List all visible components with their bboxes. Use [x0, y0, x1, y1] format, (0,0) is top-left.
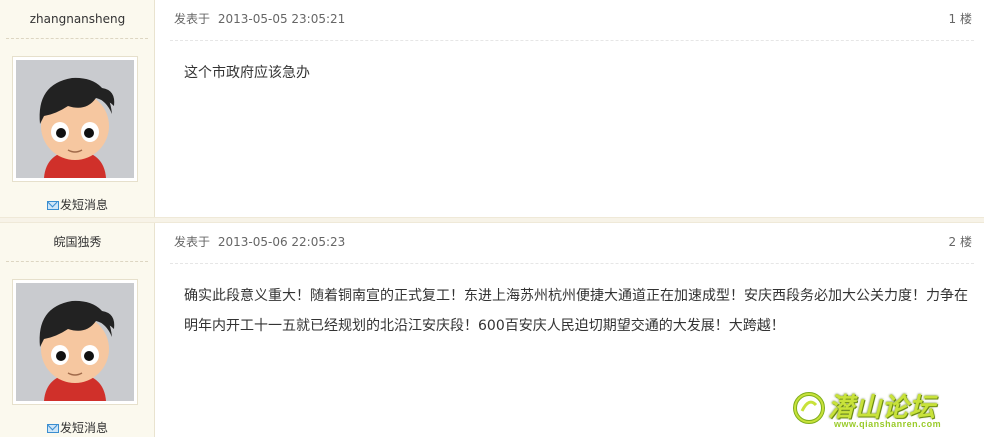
- avatar[interactable]: [12, 279, 138, 405]
- floor-number[interactable]: 1 楼: [949, 0, 972, 38]
- mail-icon: [46, 201, 59, 210]
- post-meta: 发表于 2013-05-06 22:05:23: [174, 223, 345, 261]
- send-message-link[interactable]: 发短消息: [0, 196, 155, 213]
- author-name-link[interactable]: zhangnansheng: [0, 0, 155, 38]
- avatar-image: [16, 283, 134, 401]
- author-divider: [6, 38, 148, 39]
- post-meta: 发表于 2013-05-05 23:05:21: [174, 0, 345, 38]
- forum-watermark: 潜山论坛 www.qianshanren.com: [792, 387, 972, 437]
- author-panel: zhangnansheng 发短消息: [0, 0, 155, 217]
- post-content: 这个市政府应该急办: [184, 65, 310, 81]
- send-message-label: 发短消息: [59, 421, 108, 435]
- posted-prefix: 发表于: [174, 12, 211, 26]
- author-name-link[interactable]: 皖国独秀: [0, 223, 155, 261]
- meta-divider: [170, 263, 974, 264]
- post-1: zhangnansheng 发短消息 发表于 2013-05-05 23:05:…: [0, 0, 984, 217]
- avatar[interactable]: [12, 56, 138, 182]
- post-content: 确实此段意义重大！随着铜南宣的正式复工！东进上海苏州杭州便捷大通道正在加速成型！…: [184, 288, 968, 334]
- meta-divider: [170, 40, 974, 41]
- posted-time: 2013-05-06 22:05:23: [217, 235, 346, 249]
- author-divider: [6, 261, 148, 262]
- forum-logo-icon: [793, 392, 825, 424]
- send-message-label: 发短消息: [59, 198, 108, 212]
- post-2: 皖国独秀 发短消息 发表于 2013-05-06 22:05:23 2 楼 确实…: [0, 223, 984, 437]
- author-panel: 皖国独秀 发短消息: [0, 223, 155, 437]
- send-message-link[interactable]: 发短消息: [0, 419, 155, 436]
- posted-time: 2013-05-05 23:05:21: [217, 12, 346, 26]
- mail-icon: [46, 424, 59, 433]
- watermark-url: www.qianshanren.com: [834, 419, 942, 429]
- posted-prefix: 发表于: [174, 235, 211, 249]
- floor-number[interactable]: 2 楼: [949, 223, 972, 261]
- avatar-image: [16, 60, 134, 178]
